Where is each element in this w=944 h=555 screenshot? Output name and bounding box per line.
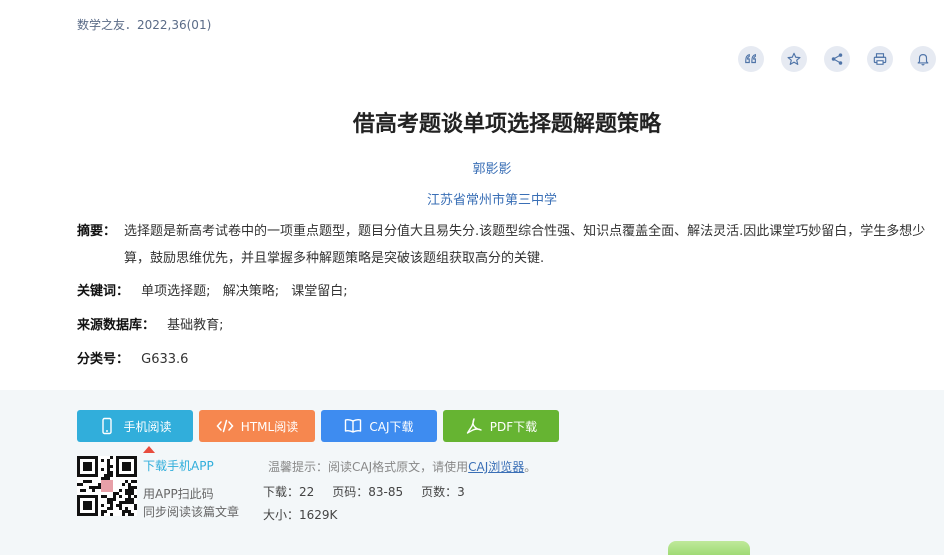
action-toolbar xyxy=(738,46,936,72)
page-count: 页数：3 xyxy=(421,485,465,499)
caj-download-button[interactable]: CAJ下载 xyxy=(321,410,437,442)
print-icon[interactable] xyxy=(867,46,893,72)
keyword-link[interactable]: 课堂留白; xyxy=(291,284,347,299)
author-organization[interactable]: 江苏省常州市第三中学 xyxy=(0,189,944,208)
bell-icon[interactable] xyxy=(910,46,936,72)
source-database-value: 基础教育; xyxy=(167,318,224,333)
page-range: 页码：83-85 xyxy=(332,485,404,499)
keyword-link[interactable]: 单项选择题; xyxy=(141,284,210,299)
html-read-button[interactable]: HTML阅读 xyxy=(199,410,315,442)
book-icon xyxy=(345,418,362,433)
abstract-section: 摘要： 选择题是新高考试卷中的一项重点题型，题目分值大且易失分.该题型综合性强、… xyxy=(77,218,939,272)
keyword-link[interactable]: 解决策略; xyxy=(223,284,279,299)
article-stats: 下载：22 页码：83-85 页数：3 xyxy=(263,483,465,500)
source-database-label: 来源数据库： xyxy=(77,318,156,333)
phone-icon xyxy=(102,417,113,435)
classification-value: G633.6 xyxy=(141,352,189,367)
floating-badge[interactable] xyxy=(668,541,750,555)
caj-download-label: CAJ下载 xyxy=(369,419,414,434)
app-sync-hint: 同步阅读该篇文章 xyxy=(143,505,240,519)
quote-icon[interactable] xyxy=(738,46,764,72)
keywords-label: 关键词： xyxy=(77,284,130,299)
article-title: 借高考题谈单项选择题解题策略 xyxy=(352,112,661,137)
star-icon[interactable] xyxy=(781,46,807,72)
download-count: 下载：22 xyxy=(263,485,315,499)
abstract-text: 选择题是新高考试卷中的一项重点题型，题目分值大且易失分.该题型综合性强、知识点覆… xyxy=(124,224,926,266)
source-database-section: 来源数据库： 基础教育; xyxy=(77,314,224,333)
mobile-read-button[interactable]: 手机阅读 xyxy=(77,410,193,442)
article-page: 数学之友．2022,36(01) 借高考题谈单项选择题解题策略 郭影影 江苏省常… xyxy=(0,0,944,555)
classification-section: 分类号： G633.6 xyxy=(77,348,188,367)
html-read-label: HTML阅读 xyxy=(240,419,299,434)
article-author[interactable]: 郭影影 xyxy=(0,158,944,177)
keywords-section: 关键词： 单项选择题; 解决策略; 课堂留白; xyxy=(77,280,348,299)
download-app-link[interactable]: 下载手机APP xyxy=(143,457,214,474)
active-pointer-icon xyxy=(143,446,155,453)
pdf-download-label: PDF下载 xyxy=(489,419,538,434)
tip-suffix: 。 xyxy=(524,460,537,474)
share-icon[interactable] xyxy=(824,46,850,72)
pdf-download-button[interactable]: PDF下载 xyxy=(443,410,559,442)
app-scan-hint: 用APP扫此码 xyxy=(143,487,214,501)
pdf-icon xyxy=(466,418,482,434)
qr-code xyxy=(77,456,137,516)
classification-label: 分类号： xyxy=(77,352,130,367)
tip-text: 温馨提示：阅读CAJ格式原文，请使用 xyxy=(268,460,469,474)
file-size: 大小：1629K xyxy=(263,508,338,522)
mobile-read-label: 手机阅读 xyxy=(123,419,172,434)
reading-tip: 温馨提示：阅读CAJ格式原文，请使用CAJ浏览器。 xyxy=(268,458,536,475)
read-download-buttons: 手机阅读 HTML阅读 CAJ下载 PDF下载 xyxy=(77,410,559,442)
caj-viewer-link[interactable]: CAJ浏览器 xyxy=(468,460,524,474)
abstract-label: 摘要： xyxy=(77,224,117,239)
code-icon xyxy=(216,419,234,433)
journal-citation[interactable]: 数学之友．2022,36(01) xyxy=(77,16,211,33)
